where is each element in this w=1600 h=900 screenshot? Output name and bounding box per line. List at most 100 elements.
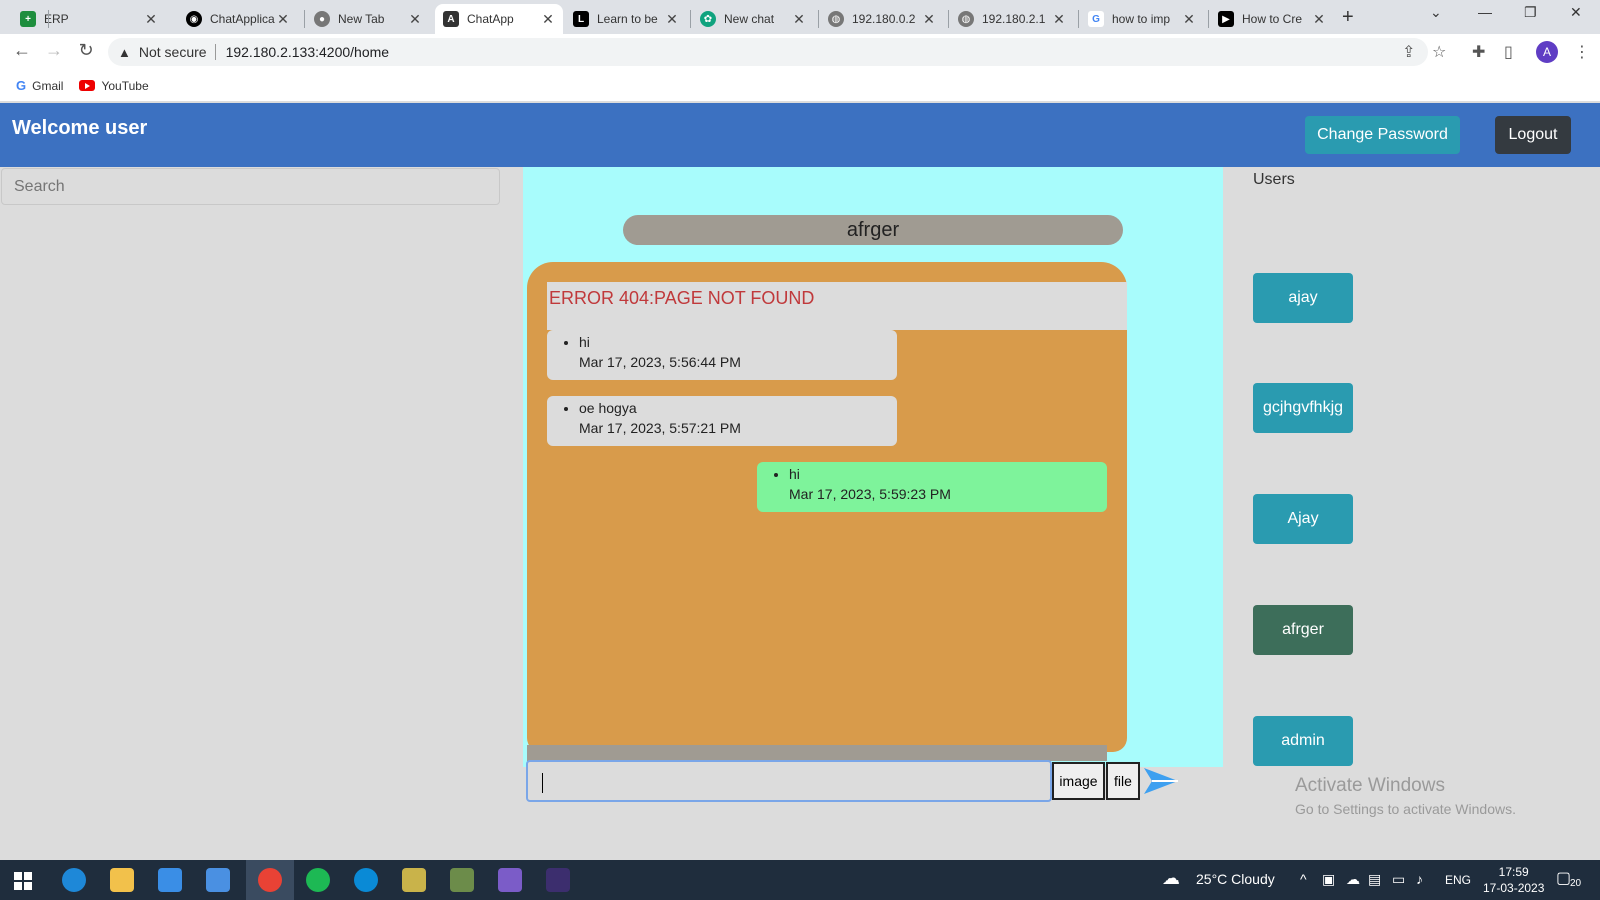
tray-app-icon[interactable]: ▣: [1322, 871, 1335, 888]
network-icon[interactable]: ▭: [1392, 871, 1405, 888]
send-icon[interactable]: [1142, 764, 1180, 798]
tab-new-chat[interactable]: ✿ New chat ✕: [692, 4, 814, 34]
notification-icon[interactable]: ▢: [1556, 868, 1571, 888]
close-icon[interactable]: ✕: [792, 11, 806, 28]
warning-icon[interactable]: ▲: [118, 45, 131, 60]
bookmark-label: YouTube: [101, 78, 149, 93]
weather-text[interactable]: 25°C Cloudy: [1196, 871, 1275, 887]
tray-icon[interactable]: ▤: [1368, 871, 1381, 888]
tab-erp-1[interactable]: + ERP ✕: [12, 4, 166, 34]
visual-studio-icon[interactable]: [498, 868, 522, 892]
profile-avatar[interactable]: A: [1536, 41, 1558, 63]
tab-label: 192.180.2.1: [982, 12, 1046, 26]
file-explorer-icon[interactable]: [110, 868, 134, 892]
extensions-icon[interactable]: ✚: [1472, 42, 1485, 62]
logout-button[interactable]: Logout: [1495, 116, 1571, 154]
clock-date: 17-03-2023: [1483, 881, 1545, 895]
users-title: Users: [1253, 171, 1295, 188]
forward-arrow-icon[interactable]: →: [42, 40, 66, 61]
left-pane: [0, 167, 523, 860]
close-icon[interactable]: ✕: [1312, 11, 1326, 28]
message-text: hi: [579, 334, 590, 350]
back-arrow-icon[interactable]: ←: [10, 40, 34, 61]
close-icon[interactable]: ✕: [1182, 11, 1196, 28]
google-icon: G: [1088, 11, 1104, 27]
cloud-icon[interactable]: ☁: [1162, 868, 1180, 889]
language-indicator[interactable]: ENG: [1445, 873, 1471, 887]
bookmark-gmail[interactable]: G Gmail: [16, 78, 63, 93]
user-button-afrger[interactable]: afrger: [1253, 605, 1353, 655]
reload-icon[interactable]: ↻: [74, 40, 98, 61]
close-icon[interactable]: ✕: [922, 11, 936, 28]
change-password-button[interactable]: Change Password: [1305, 116, 1460, 154]
spotify-icon[interactable]: [306, 868, 330, 892]
tab-how-to-create[interactable]: ▶ How to Cre ✕: [1210, 4, 1334, 34]
search-input[interactable]: [1, 168, 500, 205]
tab-google-search[interactable]: G how to imp ✕: [1080, 4, 1204, 34]
chat-messages-box[interactable]: ERROR 404:PAGE NOT FOUND hi Mar 17, 2023…: [527, 262, 1127, 752]
tab-chatapp[interactable]: A ChatApp ✕: [435, 4, 563, 34]
url-text[interactable]: 192.180.2.133:4200/home: [226, 44, 389, 60]
close-icon[interactable]: ✕: [144, 11, 158, 28]
window-close-icon[interactable]: ✕: [1570, 4, 1582, 21]
side-panel-icon[interactable]: ▯: [1504, 42, 1513, 62]
chevron-up-icon[interactable]: ^: [1300, 871, 1307, 887]
close-icon[interactable]: ✕: [276, 11, 290, 28]
tab-ip-1[interactable]: ◍ 192.180.0.2 ✕: [820, 4, 944, 34]
tab-search-chevron-icon[interactable]: ⌄: [1430, 4, 1442, 21]
volume-icon[interactable]: ♪: [1416, 871, 1423, 887]
user-button-ajay-2[interactable]: Ajay: [1253, 494, 1353, 544]
tab-learn[interactable]: L Learn to be ✕: [565, 4, 687, 34]
bookmark-star-icon[interactable]: ☆: [1432, 42, 1446, 62]
tab-label: how to imp: [1112, 12, 1171, 26]
windows-taskbar: ☁ 25°C Cloudy ^ ▣ ☁ ▤ ▭ ♪ ENG 17:59 17-0…: [0, 860, 1600, 900]
close-icon[interactable]: ✕: [541, 11, 555, 28]
chat-contact-name: afrger: [623, 215, 1123, 245]
mail-icon[interactable]: [206, 868, 230, 892]
clock-time: 17:59: [1498, 865, 1529, 879]
tab-chatapplica[interactable]: ◉ ChatApplica ✕: [178, 4, 298, 34]
bookmark-youtube[interactable]: YouTube: [79, 78, 149, 93]
message-input[interactable]: [526, 760, 1052, 802]
restore-icon[interactable]: ❐: [1524, 4, 1537, 21]
user-button-admin[interactable]: admin: [1253, 716, 1353, 766]
chrome-icon[interactable]: [258, 868, 282, 892]
onedrive-icon[interactable]: ☁: [1346, 871, 1360, 888]
store-icon[interactable]: [158, 868, 182, 892]
tab-label: Learn to be: [597, 12, 658, 26]
globe-icon: ◍: [958, 11, 974, 27]
image-button[interactable]: image: [1052, 762, 1105, 800]
close-icon[interactable]: ✕: [408, 11, 422, 28]
edge-icon[interactable]: [62, 868, 86, 892]
clock[interactable]: 17:59 17-03-2023: [1483, 864, 1544, 896]
menu-kebab-icon[interactable]: ⋮: [1574, 42, 1590, 62]
message-text: oe hogya: [579, 400, 637, 416]
chat-horizontal-scrollbar[interactable]: [527, 745, 1107, 761]
user-button-gcjhgvfhkjg[interactable]: gcjhgvfhkjg: [1253, 383, 1353, 433]
tab-label: ChatApplica: [210, 12, 275, 26]
user-button-ajay[interactable]: ajay: [1253, 273, 1353, 323]
security-label[interactable]: Not secure: [139, 44, 207, 60]
close-icon[interactable]: ✕: [665, 11, 679, 28]
terminal-icon[interactable]: [546, 868, 570, 892]
close-icon[interactable]: ✕: [1052, 11, 1066, 28]
app-icon[interactable]: [450, 868, 474, 892]
minimize-icon[interactable]: —: [1478, 4, 1492, 20]
users-pane: Users ajay gcjhgvfhkjg Ajay afrger admin: [1223, 167, 1600, 860]
google-icon: G: [16, 78, 27, 93]
file-button[interactable]: file: [1106, 762, 1140, 800]
share-icon[interactable]: ⇪: [1402, 42, 1415, 62]
bookmark-label: Gmail: [32, 78, 64, 93]
chrome-icon: ●: [314, 11, 330, 27]
address-bar[interactable]: ▲ Not secure 192.180.2.133:4200/home: [108, 38, 1428, 66]
tab-label: New chat: [724, 12, 775, 26]
tab-label: New Tab: [338, 12, 385, 26]
message-received: hi Mar 17, 2023, 5:56:44 PM: [547, 330, 897, 380]
message-time: Mar 17, 2023, 5:56:44 PM: [579, 354, 741, 370]
tab-new-tab[interactable]: ● New Tab ✕: [306, 4, 430, 34]
tool-icon[interactable]: [402, 868, 426, 892]
new-tab-plus-icon[interactable]: +: [1342, 6, 1354, 29]
tab-ip-2[interactable]: ◍ 192.180.2.1 ✕: [950, 4, 1074, 34]
windows-start-icon[interactable]: [14, 872, 32, 890]
skype-icon[interactable]: [354, 868, 378, 892]
